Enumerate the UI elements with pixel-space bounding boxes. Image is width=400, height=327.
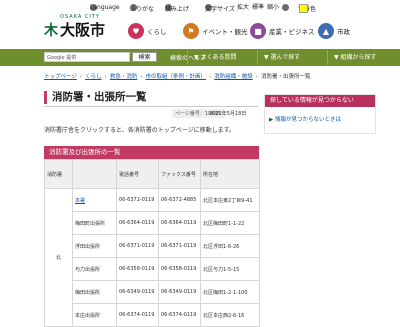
- building-icon: ▲: [318, 23, 334, 39]
- category-kurashi[interactable]: ♥ くらし: [128, 20, 167, 42]
- table-row: 与力出張所 06-6358-0119 06-6358-0119 北区与力1-5-…: [45, 257, 260, 281]
- city-emblem-icon: ⽊: [44, 23, 58, 39]
- station-name: 梅田町出張所: [72, 211, 117, 235]
- station-name: 本庄出張所: [72, 303, 117, 327]
- address-cell: 北区梅田町1-1-22: [200, 211, 260, 235]
- flag-icon: ⚑: [183, 23, 199, 39]
- font-enlarge-button[interactable]: 拡大: [237, 2, 249, 11]
- table-row: 本庄出張所 06-6374-0119 06-6374-0119 北区本庄西2-6…: [45, 303, 260, 327]
- help-box: 探している情報が見つからない ▶ 情報が見つからないときは: [264, 94, 376, 134]
- fax-cell: 06-6372-4885: [158, 188, 201, 212]
- tel-cell: 06-6371-0119: [116, 234, 159, 258]
- table-row: 梅田町出張所 06-6364-0119 06-6364-0119 北区梅田町1-…: [45, 211, 260, 235]
- header-blank: [72, 159, 117, 189]
- fire-station-table: 消防署 電話番号 ファックス番号 所在地 北 本署 06-6372-0119 0…: [44, 159, 260, 327]
- heart-icon: ♥: [128, 23, 144, 39]
- address-cell: 北区本庄東2丁目9-41: [200, 188, 260, 212]
- breadcrumb-torikumi[interactable]: 市の取組（条例・計画）: [146, 74, 207, 80]
- tel-cell: 06-6349-0119: [116, 280, 159, 304]
- breadcrumb-top[interactable]: トップページ: [44, 74, 77, 80]
- fax-cell: 06-6358-0119: [158, 257, 201, 281]
- breadcrumb-kyukyu[interactable]: 救急・消防: [110, 74, 138, 80]
- station-name: 浮田出張所: [72, 234, 117, 258]
- category-event[interactable]: ⚑ イベント・観光: [183, 20, 248, 42]
- breadcrumb-soshiki[interactable]: 消防組織・施設: [214, 74, 253, 80]
- ward-name: 北: [44, 188, 73, 327]
- table-row: 北 本署 06-6372-0119 06-6372-4885 北区本庄東2丁目9…: [44, 188, 260, 327]
- station-link[interactable]: 本署: [75, 198, 85, 204]
- utility-bar: Language ふりがな 読み上げ 文字サイズ 拡大 標準 縮小 背景色: [0, 0, 400, 14]
- category-business[interactable]: ■ 産業・ビジネス: [250, 20, 315, 42]
- page-title: 消防署・出張所一覧: [44, 91, 262, 104]
- help-link[interactable]: ▶ 情報が見つからないときは: [269, 115, 341, 123]
- font-standard-button[interactable]: 標準: [252, 2, 264, 11]
- bg-yellow-button[interactable]: [299, 4, 308, 13]
- search-input[interactable]: Google 提供: [44, 52, 130, 62]
- header-station: 消防署: [44, 159, 73, 189]
- font-shrink-button[interactable]: 縮小: [267, 2, 279, 11]
- breadcrumb-kurashi[interactable]: くらし: [85, 74, 102, 80]
- logo-text: 大阪市: [60, 21, 106, 39]
- table-row: 梅田出張所 06-6349-0119 06-6349-0119 北区梅田1-2-…: [45, 280, 260, 304]
- header-tel: 電話番号: [116, 159, 159, 189]
- tel-cell: 06-6358-0119: [116, 257, 159, 281]
- header-fax: ファックス番号: [158, 159, 201, 189]
- breadcrumb-current: 消防署・出張所一覧: [260, 74, 311, 80]
- updated-date: 2022年5月18日: [209, 111, 247, 117]
- palette-icon: [282, 4, 289, 11]
- category-shisei[interactable]: ▲ 市政: [318, 20, 350, 42]
- breadcrumb: トップページ › くらし › 救急・消防 › 市の取組（条例・計画） › 消防組織・施設 › 消防署…: [44, 74, 311, 80]
- nav-organization-button[interactable]: ▼ 組織から探す: [327, 50, 397, 65]
- address-cell: 北区浮田1-6-26: [200, 234, 260, 258]
- tel-cell: 06-6364-0119: [116, 211, 159, 235]
- fax-cell: 06-6374-0119: [158, 303, 201, 327]
- station-name: 梅田出張所: [72, 280, 117, 304]
- station-name: 与力出張所: [72, 257, 117, 281]
- fax-cell: 06-6364-0119: [158, 211, 201, 235]
- search-button[interactable]: 検索: [132, 52, 157, 62]
- fax-cell: 06-6371-0119: [158, 234, 201, 258]
- fax-cell: 06-6349-0119: [158, 280, 201, 304]
- title-divider: [44, 106, 258, 107]
- tel-cell: 06-6374-0119: [116, 303, 159, 327]
- header-address: 所在地: [200, 159, 260, 189]
- address-cell: 北区梅田1-2-1-100: [200, 280, 260, 304]
- nav-choose-button[interactable]: ▼ 選んで探す: [257, 50, 327, 65]
- help-box-header: 探している情報が見つからない: [265, 95, 375, 107]
- intro-text: 消防署庁舎をクリックすると、各消防署のトップページに移動します。: [44, 127, 236, 134]
- nav-faq-button[interactable]: ▼ よくある質問: [187, 50, 257, 65]
- table-row: 浮田出張所 06-6371-0119 06-6371-0119 北区浮田1-6-…: [45, 234, 260, 258]
- table-heading: 消防署及び出張所の一覧: [44, 146, 259, 159]
- table-header-row: 消防署 電話番号 ファックス番号 所在地: [44, 159, 260, 189]
- tel-cell: 06-6372-0119: [116, 188, 159, 212]
- briefcase-icon: ■: [250, 23, 266, 39]
- address-cell: 北区与力1-5-15: [200, 257, 260, 281]
- site-logo[interactable]: OSAKA CITY ⽊ 大阪市: [44, 14, 134, 44]
- address-cell: 北区本庄西2-6-16: [200, 303, 260, 327]
